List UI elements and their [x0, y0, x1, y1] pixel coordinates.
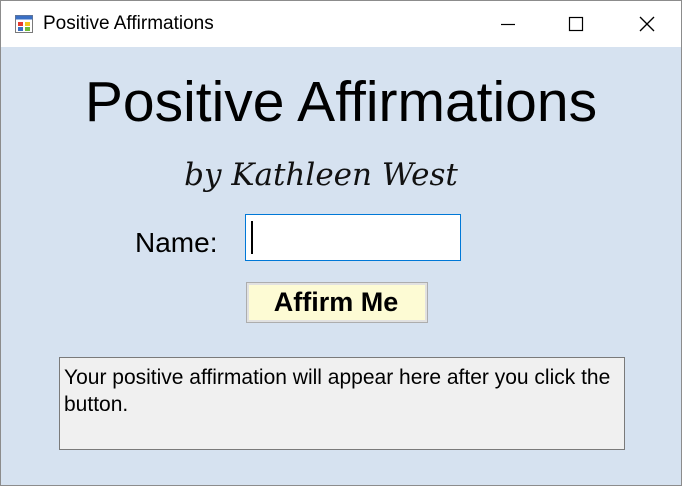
maximize-button[interactable]: [541, 1, 609, 47]
affirmation-output-box: Your positive affirmation will appear he…: [59, 357, 625, 450]
close-button[interactable]: [611, 1, 679, 47]
affirm-me-label: Affirm Me: [273, 287, 399, 317]
main-window: Positive Affirmations Positive Affirmati…: [0, 0, 682, 486]
affirmation-output-text: Your positive affirmation will appear he…: [64, 366, 611, 416]
close-icon: [639, 16, 655, 32]
app-window-icon[interactable]: [15, 15, 33, 33]
name-input[interactable]: [245, 214, 461, 261]
name-label: Name:: [135, 227, 218, 258]
minimize-icon: [501, 23, 515, 26]
author-byline: by Kathleen West: [184, 157, 458, 193]
minimize-button[interactable]: [473, 1, 541, 47]
affirm-me-button[interactable]: Affirm Me: [246, 282, 428, 323]
title-bar[interactable]: Positive Affirmations: [1, 1, 681, 47]
text-caret: [251, 221, 253, 254]
window-title: Positive Affirmations: [43, 13, 214, 34]
page-title: Positive Affirmations: [84, 70, 598, 134]
maximize-icon: [568, 16, 584, 32]
